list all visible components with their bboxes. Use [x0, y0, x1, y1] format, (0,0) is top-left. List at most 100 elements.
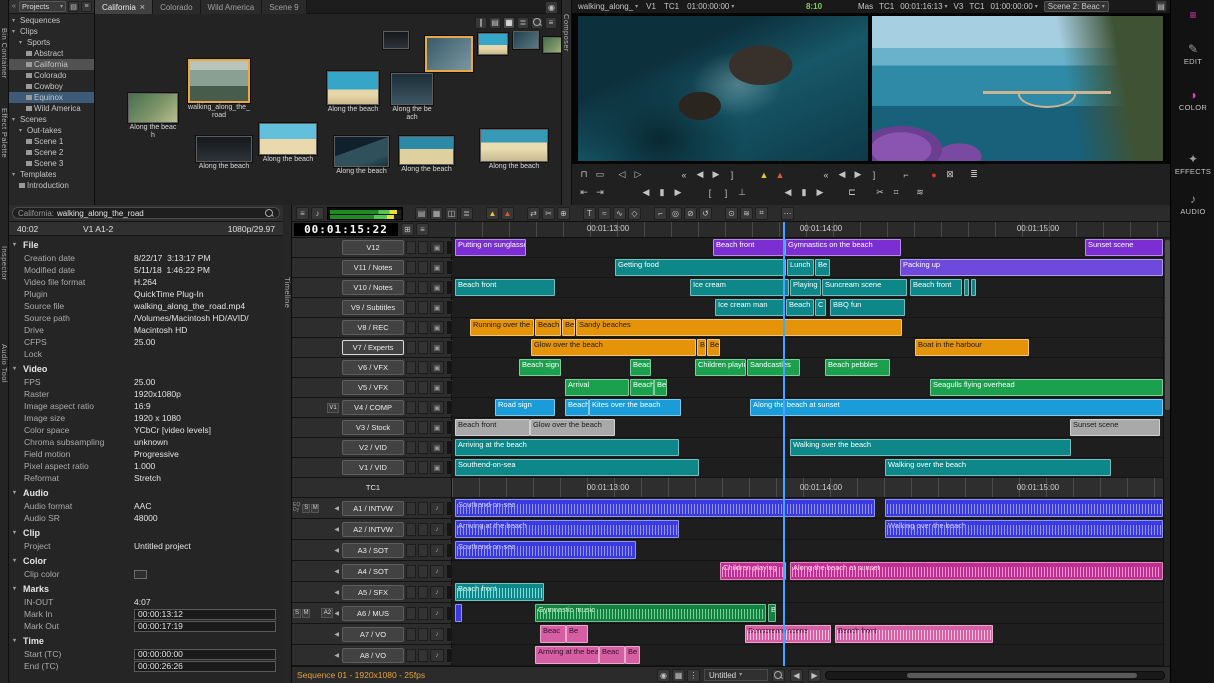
- disclosure-triangle-icon[interactable]: ▾: [19, 40, 25, 46]
- go-to-in-2-button[interactable]: «: [818, 168, 834, 182]
- split-icon[interactable]: ◫: [445, 207, 458, 220]
- bin-clip-untitled[interactable]: [425, 36, 473, 72]
- track-lane-a4[interactable]: Children playingAlong the beach at sunse…: [452, 561, 1163, 581]
- track-button-a5[interactable]: A5 / SFX: [342, 585, 404, 600]
- splitter-button[interactable]: ⊓: [576, 168, 592, 182]
- settings-icon[interactable]: ⌗: [755, 207, 768, 220]
- bin-container-tab[interactable]: Bin Container: [0, 28, 9, 79]
- footer-search-icon[interactable]: [772, 669, 785, 682]
- disclosure-triangle-icon[interactable]: ▾: [13, 490, 19, 496]
- patch-arrow-icon[interactable]: ◀: [334, 589, 339, 596]
- timeline-clip-segment[interactable]: [971, 279, 976, 296]
- monitor-control-tc1[interactable]: TC1: [664, 2, 679, 11]
- track-control-a[interactable]: [406, 301, 416, 314]
- monitor-control-tc1[interactable]: TC1: [969, 2, 984, 11]
- timeline-vertical-scrollbar[interactable]: [1163, 238, 1170, 666]
- section-header-audio[interactable]: ▾Audio: [9, 486, 283, 500]
- motion-effect-icon[interactable]: ◎: [669, 207, 682, 220]
- track-lane-v10[interactable]: Beach frontIce creamPlayingSuncream scen…: [452, 278, 1163, 297]
- track-monitor-button[interactable]: ▣: [430, 281, 444, 294]
- track-monitor-button[interactable]: ♪: [430, 628, 444, 641]
- timeline-clip-sandcastles[interactable]: Sandcastles: [747, 359, 800, 376]
- script-view-icon[interactable]: ≣: [517, 17, 529, 29]
- project-menu-icon[interactable]: ≡: [81, 1, 92, 12]
- bin-clip-untitled[interactable]: [513, 31, 539, 49]
- timeline-clip-segment[interactable]: [964, 279, 969, 296]
- overwrite-button[interactable]: ▲: [772, 168, 788, 182]
- track-button-a2[interactable]: A2 / INTVW: [342, 522, 404, 537]
- disclosure-triangle-icon[interactable]: ▾: [13, 366, 19, 372]
- timeline-clip-along-the-beach-at-sunset[interactable]: Along the beach at sunset: [750, 399, 1163, 416]
- workspace-audio[interactable]: ♪AUDIO: [1171, 192, 1214, 216]
- track-lane-a6[interactable]: Gymnastic musicB: [452, 603, 1163, 623]
- sidebar-item-templates[interactable]: ▾Templates: [9, 169, 94, 180]
- monitor-control-00-01-16-13[interactable]: 00:01:16:13▾: [900, 2, 947, 11]
- track-control-b[interactable]: [418, 241, 428, 254]
- value-box[interactable]: 00:00:26:26: [134, 661, 276, 672]
- patch-arrow-icon[interactable]: ◀: [334, 526, 339, 533]
- timeline-clip-southend-on-sea[interactable]: Southend-on-sea: [455, 499, 875, 517]
- timeline-clip-sunset-scene[interactable]: Sunset scene: [1085, 239, 1163, 256]
- record-button[interactable]: ●: [926, 168, 942, 182]
- mark-out-button[interactable]: ]: [718, 186, 734, 200]
- record-monitor[interactable]: [871, 15, 1164, 162]
- timeline-clip-along-the-beach-at-sunset[interactable]: Along the beach at sunset: [790, 562, 1163, 580]
- shuttle-back-button[interactable]: ◀: [638, 186, 654, 200]
- track-control-b[interactable]: [418, 586, 428, 599]
- audio-meter-menu-icon[interactable]: ♪: [311, 207, 324, 220]
- monitor-control-tc1[interactable]: TC1: [879, 2, 894, 11]
- trim-mode-icon[interactable]: ⌐: [654, 207, 667, 220]
- section-header-video[interactable]: ▾Video: [9, 362, 283, 376]
- splitter-icon[interactable]: ∥: [475, 17, 487, 29]
- timeline-clip-walking-over-the-beach[interactable]: Walking over the beach: [790, 439, 1071, 456]
- track-control-a[interactable]: [406, 649, 416, 662]
- bin-menu-icon[interactable]: ≡: [545, 17, 557, 29]
- timeline-clip-b[interactable]: B: [697, 339, 706, 356]
- sidebar-item-sequences[interactable]: ▾Sequences: [9, 15, 94, 26]
- timeline-clip-packing-up[interactable]: Packing up: [900, 259, 1163, 276]
- mute-button[interactable]: M: [302, 609, 310, 618]
- value-box[interactable]: 00:00:17:19: [134, 621, 276, 632]
- sidebar-item-scenes[interactable]: ▾Scenes: [9, 114, 94, 125]
- timeline-horizontal-scrollbar[interactable]: [825, 671, 1165, 680]
- timeline-clip-playing[interactable]: Playing: [790, 279, 821, 296]
- mark-in-button[interactable]: [: [702, 186, 718, 200]
- track-button-v4[interactable]: V4 / COMP: [342, 400, 404, 415]
- workspace-color[interactable]: ◑COLOR: [1171, 88, 1214, 112]
- bin-clip-untitled[interactable]: [383, 31, 409, 49]
- track-button-v12[interactable]: V12: [342, 240, 404, 255]
- track-button-v3[interactable]: V3 / Stock: [342, 420, 404, 435]
- track-control-b[interactable]: [418, 628, 428, 641]
- solo-button[interactable]: S: [302, 504, 310, 513]
- bin-tab-wild-america[interactable]: Wild America: [201, 0, 263, 14]
- track-control-a[interactable]: [406, 241, 416, 254]
- timeline-clip-glow-over-the-beach[interactable]: Glow over the beach: [531, 339, 696, 356]
- splice-in-button[interactable]: ▲: [756, 168, 772, 182]
- value-box[interactable]: 00:00:00:00: [134, 649, 276, 660]
- track-control-b[interactable]: [418, 544, 428, 557]
- track-button-a6[interactable]: A6 / MUS: [342, 606, 404, 621]
- timeline-clip-putting-on-sunglasses[interactable]: Putting on sunglasses: [455, 239, 526, 256]
- track-lane-v4[interactable]: Road signBeachKites over the beachAlong …: [452, 398, 1163, 417]
- timeline-clip-walking-over-the-beach[interactable]: Walking over the beach: [885, 520, 1163, 538]
- sidebar-item-cowboy[interactable]: Cowboy: [9, 81, 94, 92]
- timeline-clip-walking-over-the-beach[interactable]: Walking over the beach: [885, 459, 1111, 476]
- disclosure-triangle-icon[interactable]: ▾: [12, 29, 18, 35]
- track-lane-v11[interactable]: Getting foodLunchBePacking up: [452, 258, 1163, 277]
- tc-grid-icon[interactable]: ⊞: [401, 223, 414, 236]
- timeline-clip-children-playing[interactable]: Children playing: [695, 359, 746, 376]
- track-control-a[interactable]: [406, 502, 416, 515]
- track-monitor-button[interactable]: ♪: [430, 586, 444, 599]
- monitor-control-01-00-00-00[interactable]: 01:00:00:00▾: [687, 2, 734, 11]
- sidebar-item-out-takes[interactable]: ▾Out-takes: [9, 125, 94, 136]
- timeline-clip-glow-over-the-beach[interactable]: Glow over the beach: [530, 419, 615, 436]
- go-to-out-2-button[interactable]: ]: [866, 168, 882, 182]
- trim-mode-button[interactable]: ⌐: [898, 168, 914, 182]
- pause-2-button[interactable]: ▮: [796, 186, 812, 200]
- timeline-menu-icon[interactable]: ≡: [296, 207, 309, 220]
- pause-button[interactable]: ▮: [654, 186, 670, 200]
- audio-waveform-icon[interactable]: ∿: [613, 207, 626, 220]
- workspace-edit[interactable]: ✎EDIT: [1171, 42, 1214, 66]
- monitor-control-walking-along[interactable]: walking_along_▾: [578, 2, 638, 11]
- shuttle-forward-button[interactable]: ▶: [670, 186, 686, 200]
